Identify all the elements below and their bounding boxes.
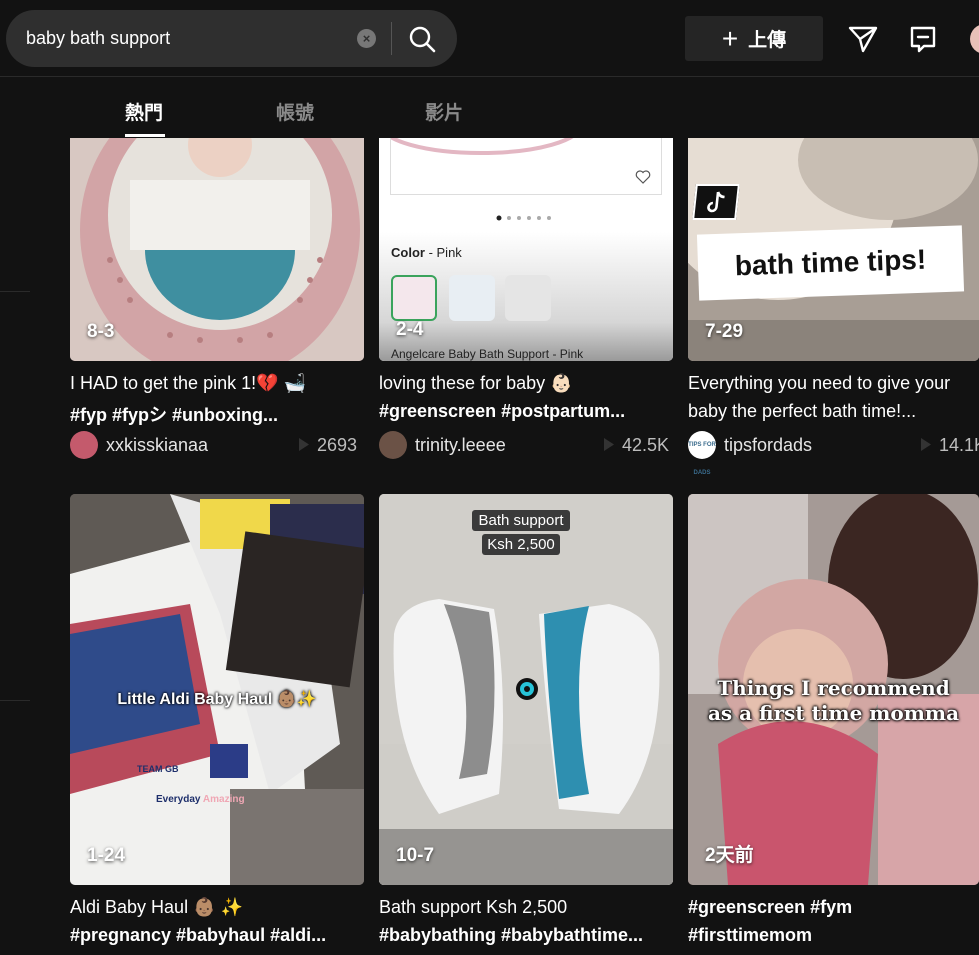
video-caption-line1: Bath support <box>472 510 570 531</box>
author-avatar[interactable] <box>70 431 98 459</box>
play-icon <box>299 438 309 451</box>
search-input[interactable]: baby bath support <box>26 28 170 49</box>
search-divider <box>391 22 392 55</box>
post-date: 2天前 <box>705 845 754 866</box>
post-date: 7-29 <box>705 321 744 342</box>
author-name[interactable]: tipsfordads <box>724 435 812 456</box>
post-date: 10-7 <box>396 845 435 866</box>
tiktok-logo-icon <box>692 184 740 220</box>
color-swatch-blue[interactable] <box>449 275 495 321</box>
video-caption: Little Aldi Baby Haul 👶🏽✨ <box>117 691 317 708</box>
sidebar-divider <box>0 700 30 701</box>
video-hashtags-line2[interactable]: #firsttimemom <box>688 925 979 946</box>
video-description[interactable]: Aldi Baby Haul 👶🏽 ✨ <box>70 897 360 918</box>
video-thumbnail[interactable]: Little Aldi Baby Haul 👶🏽✨ TEAM GB Everyd… <box>70 494 364 885</box>
video-thumbnail[interactable]: Bath support Ksh 2,500 10-7 <box>379 494 673 885</box>
color-swatch-grey[interactable] <box>505 275 551 321</box>
video-caption: bath time tips! <box>696 225 965 301</box>
video-hashtags[interactable]: #greenscreen #postpartum... <box>379 401 669 422</box>
video-description[interactable]: Bath support Ksh 2,500 <box>379 897 669 918</box>
tab-videos[interactable]: 影片 <box>425 98 463 125</box>
color-label: Color - Pink <box>391 245 462 260</box>
play-icon <box>921 438 931 451</box>
video-caption-line2: Ksh 2,500 <box>482 534 560 555</box>
color-swatch-pink[interactable] <box>391 275 437 321</box>
video-description[interactable]: I HAD to get the pink 1!💔 🛁 <box>70 373 360 394</box>
team-gb-label: TEAM GB <box>137 764 179 774</box>
post-date: 1-24 <box>87 845 126 866</box>
video-thumbnail[interactable]: Things I recommend as a first time momma… <box>688 494 979 885</box>
search-bar[interactable]: baby bath support × <box>6 10 457 67</box>
author-avatar[interactable]: TIPS FOR DADS <box>688 431 716 476</box>
heart-icon[interactable] <box>635 170 651 184</box>
upload-button[interactable]: + 上傳 <box>685 16 823 61</box>
post-date: 8-3 <box>87 321 115 342</box>
product-name: Angelcare Baby Bath Support - Pink <box>391 347 584 361</box>
view-count: 14.1K <box>939 435 979 455</box>
video-hashtags[interactable]: #babybathing #babybathtime... <box>379 925 669 946</box>
plus-icon: + <box>721 22 739 54</box>
profile-avatar[interactable] <box>970 24 979 54</box>
video-thumbnail[interactable]: bath time tips! 7-29 <box>688 120 979 361</box>
author-row: TIPS FOR DADS tipsfordads 14.1K <box>688 430 979 476</box>
tab-accounts[interactable]: 帳號 <box>276 98 314 125</box>
author-row: xxkisskianaa 2693 <box>70 430 364 460</box>
upload-label: 上傳 <box>748 30 787 51</box>
author-name[interactable]: trinity.leeee <box>415 435 506 456</box>
active-tab-indicator <box>125 134 165 137</box>
tab-top[interactable]: 熱門 <box>125 98 163 125</box>
video-caption: Things I recommend as a first time momma <box>707 676 960 725</box>
view-count: 42.5K <box>622 435 670 455</box>
video-hashtags[interactable]: #pregnancy #babyhaul #aldi... <box>70 925 360 946</box>
author-avatar[interactable] <box>379 431 407 459</box>
video-hashtags[interactable]: #greenscreen #fym <box>688 897 979 918</box>
video-description[interactable]: loving these for baby 👶🏻 <box>379 373 669 394</box>
video-hashtags[interactable]: #fyp #fypシ #unboxing... <box>70 401 360 427</box>
top-bar: baby bath support × + 上傳 <box>0 0 979 77</box>
everyday-amazing-label: Everyday Amazing <box>156 794 245 805</box>
view-count: 2693 <box>317 435 358 455</box>
video-description[interactable]: Everything you need to give your <box>688 373 979 394</box>
inbox-icon[interactable] <box>907 23 939 55</box>
search-icon[interactable] <box>406 23 438 55</box>
author-name[interactable]: xxkisskianaa <box>106 435 208 456</box>
post-date: 2-4 <box>396 319 424 340</box>
video-description-line2[interactable]: baby the perfect bath time!... <box>688 401 979 422</box>
author-row: trinity.leeee 42.5K <box>379 430 673 460</box>
send-icon[interactable] <box>847 23 879 55</box>
carousel-dots <box>496 215 551 221</box>
video-thumbnail[interactable]: Color - Pink Angelcare Baby Bath Support… <box>379 120 673 361</box>
play-icon <box>604 438 614 451</box>
sidebar-divider <box>0 291 30 292</box>
clear-search-button[interactable]: × <box>357 29 376 48</box>
video-thumbnail[interactable]: 8-3 <box>70 120 364 361</box>
search-tabs: 熱門 帳號 影片 <box>0 78 979 138</box>
